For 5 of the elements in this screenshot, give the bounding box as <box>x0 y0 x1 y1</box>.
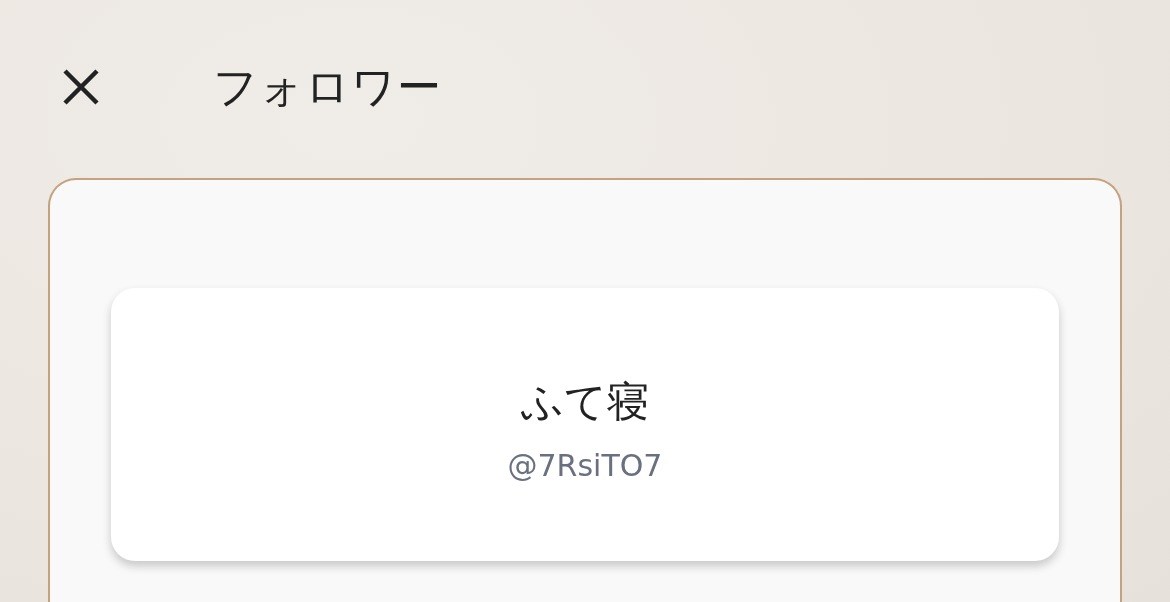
follower-card[interactable]: ふて寝 @7RsiTO7 <box>111 288 1059 561</box>
follower-handle: @7RsiTO7 <box>507 448 663 483</box>
follower-name: ふて寝 <box>521 376 649 428</box>
close-icon <box>61 67 101 107</box>
page-title: フォロワー <box>213 59 442 114</box>
